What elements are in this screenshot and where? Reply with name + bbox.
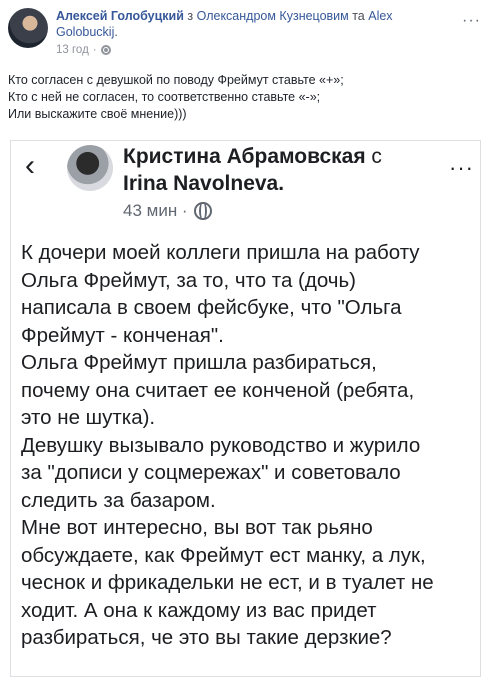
shared-post-body: К дочери моей коллеги пришла на работу О…: [21, 239, 476, 652]
shared-body-line: написала в своем фейсбуке, что "Ольга: [21, 296, 402, 319]
shared-tagged-user: Irina Navolneva.: [123, 172, 285, 195]
shared-body-line: Ольга Фреймут, за то, что та (дочь): [21, 268, 356, 292]
with-text: з: [183, 9, 197, 23]
shared-body-line: это не шутка).: [21, 406, 156, 429]
shared-author-avatar: [67, 145, 113, 191]
post-meta: 13 год ·: [56, 44, 111, 56]
shared-author-line: Кристина Абрамовская с Irina Navolneva.: [123, 143, 423, 197]
separator-dot: ·: [92, 44, 97, 56]
post-header: Алексей Голобуцкий з Олександром Кузнецо…: [8, 8, 481, 66]
shared-body-line: Ольга Фреймут пришла разбираться,: [21, 351, 377, 374]
shared-with-text: с: [365, 145, 382, 168]
globe-icon: [193, 202, 212, 220]
tagged-user-1-link[interactable]: Олександром Кузнецовим: [197, 9, 349, 23]
shared-meta: 43 мин ·: [123, 201, 212, 221]
author-name-link[interactable]: Алексей Голобуцкий: [56, 9, 184, 23]
post-text-line: Кто с ней не согласен, то соответственно…: [8, 90, 321, 104]
shared-body-line: следить за базаром.: [21, 488, 216, 512]
shared-body-line: ходит. А она к каждому из вас придет: [21, 598, 377, 622]
post-text-line: Кто согласен с девушкой по поводу Фрейму…: [8, 73, 344, 87]
and-text: та: [348, 9, 369, 23]
shared-body-line: К дочери моей коллеги пришла на работу: [21, 241, 420, 264]
shared-body-line: обсуждаете, как Фреймут ест манку, а лук…: [21, 543, 426, 567]
author-line: Алексей Голобуцкий з Олександром Кузнецо…: [56, 9, 393, 39]
shared-body-line: чеснок и фрикадельки не ест, и в туалет …: [21, 571, 434, 594]
shared-body-line: Фреймут - конченая".: [21, 323, 224, 347]
shared-options-icon: ···: [449, 155, 474, 180]
shared-screenshot[interactable]: ‹ Кристина Абрамовская с Irina Navolneva…: [10, 140, 481, 677]
post-text: Кто согласен с девушкой по поводу Фрейму…: [8, 72, 478, 123]
post-text-line: Или выскажите своё мнение))): [8, 107, 187, 121]
globe-icon: [100, 45, 111, 55]
post-options-button[interactable]: ···: [462, 12, 481, 30]
shared-body-line: за "дописи у соцмережах" и советовало: [21, 461, 401, 484]
shared-body-line: почему она считает ее конченой (ребята,: [21, 378, 415, 402]
shared-time: 43 мин ·: [123, 201, 188, 220]
post-time-link[interactable]: 13 год: [56, 44, 89, 56]
shared-body-line: Девушку вызывало руководство и журило: [21, 433, 421, 457]
shared-author-name: Кристина Абрамовская: [123, 145, 366, 168]
back-arrow-icon: ‹: [25, 149, 35, 182]
author-avatar[interactable]: [8, 8, 48, 48]
shared-body-line: Мне вот интересно, вы вот так рьяно: [21, 516, 373, 539]
shared-body-line: разбираться, че это вы такие дерзкие?: [21, 626, 392, 649]
